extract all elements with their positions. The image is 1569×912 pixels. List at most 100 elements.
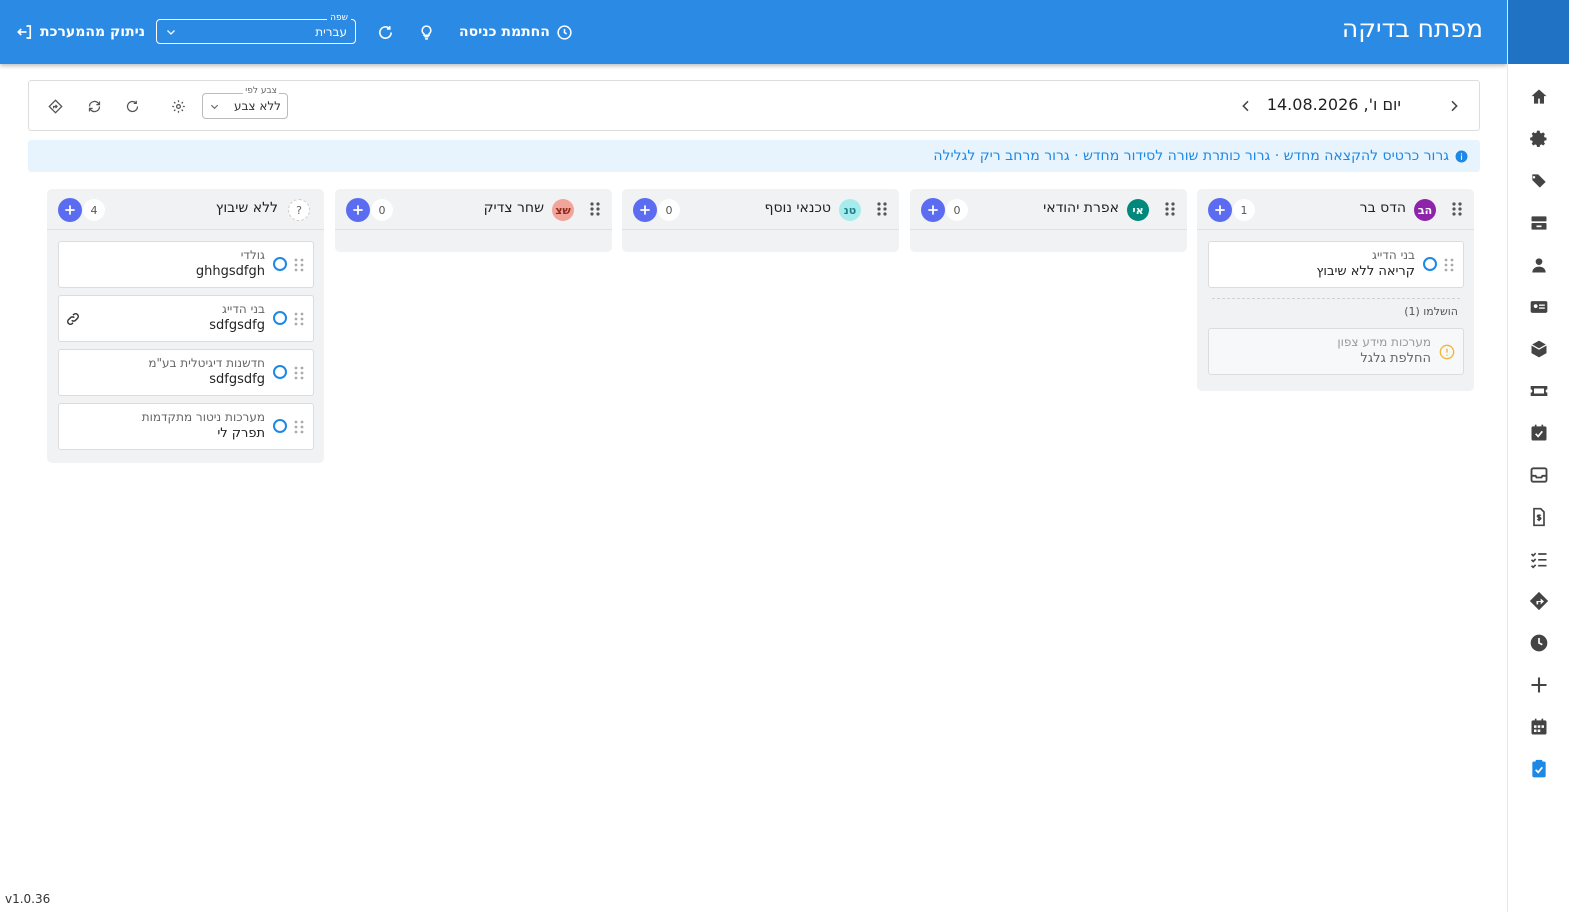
tips-button[interactable] [414,20,438,44]
column-header[interactable]: שצ שחר צדיק 0 [335,189,612,230]
info-text: גרור כרטיס להקצאה מחדש · גרור כותרת שורה… [933,148,1449,164]
drag-handle-icon[interactable] [1450,202,1464,216]
tags-icon[interactable] [1528,170,1550,192]
add-call-button[interactable] [921,198,945,222]
clock-in-button[interactable]: החתמת כניסה [459,0,573,64]
home-icon[interactable] [1528,86,1550,108]
contacts-icon[interactable] [1528,296,1550,318]
card-client: בני הדייג [222,302,265,316]
warning-icon [1439,344,1455,360]
add-icon[interactable] [1528,674,1550,696]
completed-label[interactable]: הושלמו (1) [1208,299,1464,328]
card-client: בני הדייג [1372,248,1415,262]
app-version: v1.0.36 [5,892,51,906]
plus-icon [1215,205,1225,215]
task-check-icon[interactable] [1528,422,1550,444]
drag-handle-icon[interactable] [1163,202,1177,216]
call-card[interactable]: חדשנות דיגיטלית בע"מ sdfgsdfg [58,349,314,396]
drag-handle-icon[interactable] [588,202,602,216]
add-call-button[interactable] [1208,198,1232,222]
column-header[interactable]: טנ טכנאי נוסף 0 [622,189,899,230]
call-card[interactable]: מערכות ניטור מתקדמות תפרק לי [58,403,314,450]
column-header[interactable]: ? ללא שיבוץ 4 [47,189,324,230]
status-circle-icon[interactable] [1423,257,1437,271]
calendar-icon[interactable] [1528,716,1550,738]
card-client: מערכות מידע צפון [1337,335,1431,349]
technician-icon[interactable] [1528,254,1550,276]
next-day-button[interactable] [1443,95,1465,117]
call-card[interactable]: בני הדייג sdfgsdfg [58,295,314,342]
link-icon[interactable] [65,311,81,327]
directions-icon [47,98,63,114]
drag-handle-icon[interactable] [875,202,889,216]
card-title: sdfgsdfg [209,318,265,333]
gear-icon [171,99,185,113]
technician-column: טנ טכנאי נוסף 0 [622,189,899,252]
sync-icon [88,100,100,112]
checklist-icon[interactable] [1528,548,1550,570]
technician-column: שצ שחר צדיק 0 [335,189,612,252]
avatar: שצ [552,199,574,221]
color-by-select[interactable]: צבע לפי ללא צבע [202,86,288,119]
add-call-button[interactable] [58,198,82,222]
settings-button[interactable] [167,95,189,117]
completed-call-card[interactable]: מערכות מידע צפון החלפת גלגל [1208,328,1464,375]
count-badge: 0 [946,199,968,221]
drag-handle-icon[interactable] [293,312,305,326]
avatar: טנ [839,199,861,221]
clipboard-check-icon[interactable] [1528,758,1550,780]
card-client: גולדי [240,248,265,262]
drag-handle-icon[interactable] [293,420,305,434]
top-header: מפתח בדיקה ניתוק מהמערכת שפה עברית החתמת… [0,0,1507,64]
side-navigation [1507,0,1569,912]
status-circle-icon[interactable] [273,257,287,271]
inbox-icon[interactable] [1528,464,1550,486]
card-client: מערכות ניטור מתקדמות [141,410,265,424]
call-card[interactable]: גולדי ghhgsdfgh [58,241,314,288]
avatar: אי [1127,199,1149,221]
add-call-button[interactable] [346,198,370,222]
drag-handle-icon[interactable] [293,258,305,272]
technician-column: אי אפרת יהודאי 0 [910,189,1187,252]
column-header[interactable]: אי אפרת יהודאי 0 [910,189,1187,230]
previous-day-button[interactable] [1235,95,1257,117]
status-circle-icon[interactable] [273,311,287,325]
refresh-button[interactable] [373,20,397,44]
invoice-icon[interactable] [1528,506,1550,528]
chevron-down-icon [167,29,175,35]
color-by-label: צבע לפי [243,86,279,96]
route-button[interactable] [44,95,66,117]
current-date[interactable]: יום ו', 14.08.2026 [1267,95,1401,114]
language-label: שפה [327,13,351,23]
status-circle-icon[interactable] [273,365,287,379]
call-card[interactable]: בני הדייג קריאה ללא שיבוץ [1208,241,1464,288]
column-title: טכנאי נוסף [764,200,832,216]
count-badge: 1 [1233,199,1255,221]
count-badge: 0 [371,199,393,221]
card-title: ghhgsdfgh [195,264,265,279]
info-icon [1455,150,1468,162]
inventory-icon[interactable] [1528,212,1550,234]
column-title: ללא שיבוץ [215,200,278,216]
box-icon[interactable] [1528,338,1550,360]
column-header[interactable]: הב הדס בר 1 [1197,189,1474,230]
history-icon[interactable] [1528,632,1550,654]
sync-button[interactable] [83,95,105,117]
settings-icon[interactable] [1528,128,1550,150]
unassigned-column: ? ללא שיבוץ 4 גולדי ghhgsdfgh בני הדייג … [47,189,324,463]
lightbulb-icon [420,24,432,40]
logout-button[interactable]: ניתוק מהמערכת [16,0,145,64]
directions-icon[interactable] [1528,590,1550,612]
status-circle-icon[interactable] [273,419,287,433]
chevron-left-icon [1242,100,1249,112]
card-client: חדשנות דיגיטלית בע"מ [148,356,265,370]
add-call-button[interactable] [633,198,657,222]
drag-handle-icon[interactable] [1443,258,1455,272]
ticket-icon[interactable] [1528,380,1550,402]
plus-icon [65,205,75,215]
drag-handle-icon[interactable] [293,366,305,380]
side-nav-header [1508,0,1569,64]
clock-in-label: החתמת כניסה [459,24,550,40]
language-select[interactable]: שפה עברית [156,13,356,44]
reload-button[interactable] [121,95,143,117]
